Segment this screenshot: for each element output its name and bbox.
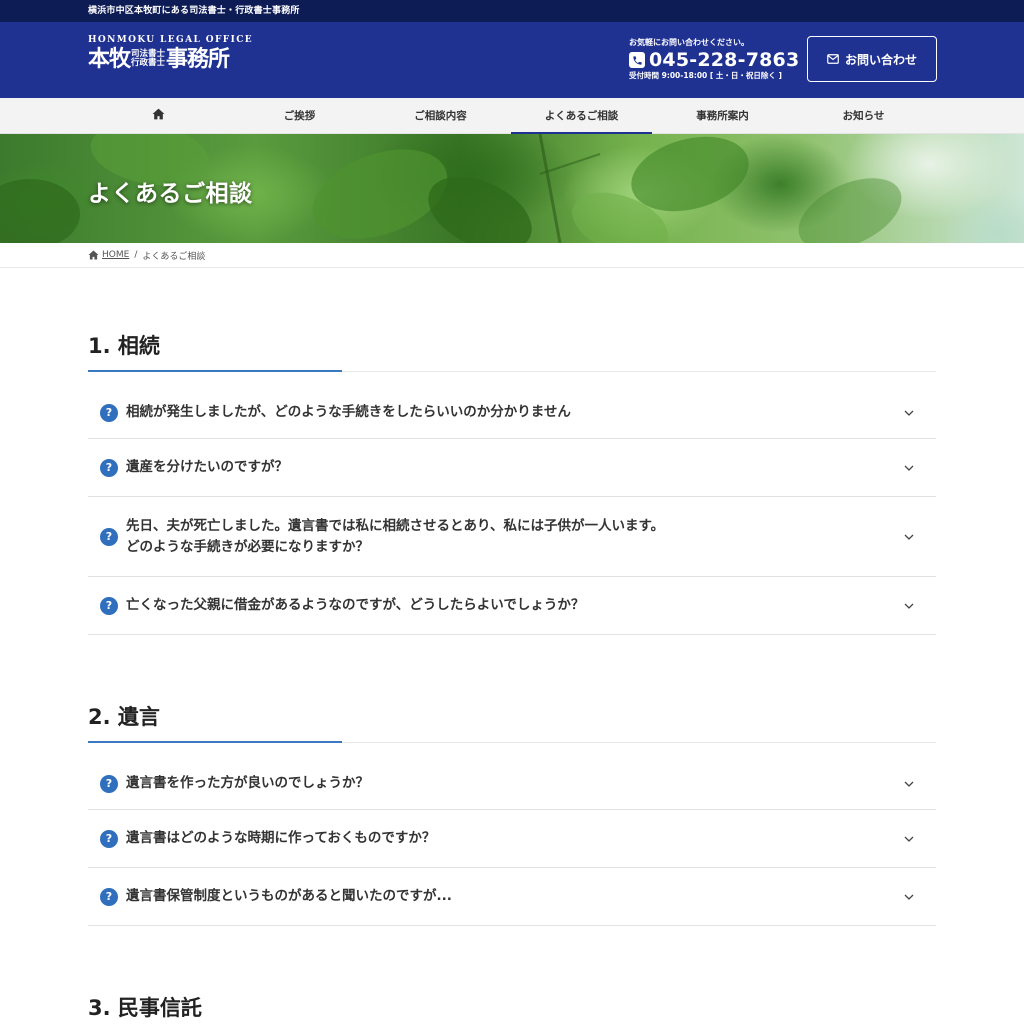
section-title: 2. 遺言 xyxy=(88,705,160,729)
faq-content: 1. 相続 ? 相続が発生しましたが、どのような手続きをしたらいいのか分かりませ… xyxy=(88,325,936,1024)
phone-icon xyxy=(629,52,645,68)
faq-item[interactable]: ? 相続が発生しましたが、どのような手続きをしたらいいのか分かりません xyxy=(88,387,936,439)
logo-sub-2: 行政書士 xyxy=(131,58,166,68)
business-hours: 受付時間 9:00-18:00 [ 土・日・祝日除く ] xyxy=(629,71,782,80)
home-icon xyxy=(88,250,99,260)
faq-question: 遺言書保管制度というものがあると聞いたのですが... xyxy=(126,886,936,907)
logo-name-2: 事務所 xyxy=(166,46,230,72)
faq-item[interactable]: ? 遺言書保管制度というものがあると聞いたのですが... xyxy=(88,868,936,926)
faq-question: 先日、夫が死亡しました。遺言書では私に相続させるとあり、私には子供が一人います。… xyxy=(126,516,936,558)
breadcrumb-home[interactable]: HOME xyxy=(88,250,129,260)
faq-question-line: 遺言書保管制度というものがあると聞いたのですが... xyxy=(126,888,452,904)
faq-question: 相続が発生しましたが、どのような手続きをしたらいいのか分かりません xyxy=(126,402,936,423)
question-icon: ? xyxy=(100,527,118,546)
logo-english: HONMOKU LEGAL OFFICE xyxy=(88,35,254,45)
breadcrumb-home-label: HOME xyxy=(102,250,130,260)
faq-question-line: 遺産を分けたいのですが？ xyxy=(126,459,288,475)
contact-lead: お気軽にお問い合わせください。 xyxy=(629,38,749,47)
contact-phone[interactable]: 045-228-7863 xyxy=(629,50,799,70)
faq-question-line: 遺言書を作った方が良いのでしょうか？ xyxy=(126,775,369,791)
nav-news[interactable]: お知らせ xyxy=(793,98,934,133)
faq-question-line: どのような手続きが必要になりますか？ xyxy=(126,538,369,555)
section-title: 1. 相続 xyxy=(88,334,160,358)
nav-home[interactable] xyxy=(88,98,229,133)
nav-office[interactable]: 事務所案内 xyxy=(652,98,793,133)
question-icon: ? xyxy=(100,887,118,906)
faq-question-line: 遺言書はどのような時期に作っておくものですか？ xyxy=(126,830,436,846)
contact-button[interactable]: お問い合わせ xyxy=(807,36,937,82)
site-logo[interactable]: HONMOKU LEGAL OFFICE 本牧 司法書士 行政書士 事務所 xyxy=(88,35,253,71)
faq-question: 遺産を分けたいのですが？ xyxy=(126,457,936,478)
page-title: よくあるご相談 xyxy=(88,181,253,207)
faq-item[interactable]: ? 遺言書を作った方が良いのでしょうか？ xyxy=(88,758,936,810)
question-icon: ? xyxy=(100,596,118,615)
mail-icon xyxy=(827,54,839,64)
chevron-down-icon[interactable] xyxy=(904,408,914,418)
chevron-down-icon[interactable] xyxy=(904,532,914,542)
contact-button-label: お問い合わせ xyxy=(844,52,917,67)
faq-question-line: 亡くなった父親に借金があるようなのですが、どうしたらよいでしょうか？ xyxy=(126,597,585,613)
faq-item[interactable]: ? 遺言書はどのような時期に作っておくものですか？ xyxy=(88,810,936,868)
logo-sub: 司法書士 行政書士 xyxy=(131,49,166,69)
chevron-down-icon[interactable] xyxy=(904,601,914,611)
faq-question: 遺言書を作った方が良いのでしょうか？ xyxy=(126,773,936,794)
faq-section-inheritance: 1. 相続 ? 相続が発生しましたが、どのような手続きをしたらいいのか分かりませ… xyxy=(88,325,936,635)
question-icon: ? xyxy=(100,774,118,793)
faq-question: 遺言書はどのような時期に作っておくものですか？ xyxy=(126,828,936,849)
faq-question: 亡くなった父親に借金があるようなのですが、どうしたらよいでしょうか？ xyxy=(126,595,936,616)
title-divider xyxy=(88,370,936,372)
phone-number: 045-228-7863 xyxy=(649,49,800,71)
faq-item[interactable]: ? 先日、夫が死亡しました。遺言書では私に相続させるとあり、私には子供が一人いま… xyxy=(88,497,936,577)
faq-section-civil-trust: 3. 民事信託 xyxy=(88,987,936,1024)
question-icon: ? xyxy=(100,403,118,422)
question-icon: ? xyxy=(100,829,118,848)
faq-item[interactable]: ? 遺産を分けたいのですが？ xyxy=(88,439,936,497)
breadcrumb-current: よくあるご相談 xyxy=(142,251,206,262)
nav-faq[interactable]: よくあるご相談 xyxy=(511,98,652,134)
section-title: 3. 民事信託 xyxy=(88,996,202,1020)
chevron-down-icon[interactable] xyxy=(904,834,914,844)
chevron-down-icon[interactable] xyxy=(904,779,914,789)
contact-info: お気軽にお問い合わせください。 045-228-7863 受付時間 9:00-1… xyxy=(629,38,799,81)
title-divider xyxy=(88,741,936,743)
breadcrumb-separator: / xyxy=(134,250,138,260)
faq-question-line: 先日、夫が死亡しました。遺言書では私に相続させるとあり、私には子供が一人います。 xyxy=(126,517,665,534)
main-nav: ご挨拶 ご相談内容 よくあるご相談 事務所案内 お知らせ xyxy=(0,98,1024,134)
question-icon: ? xyxy=(100,458,118,477)
chevron-down-icon[interactable] xyxy=(904,463,914,473)
chevron-down-icon[interactable] xyxy=(904,892,914,902)
nav-services[interactable]: ご相談内容 xyxy=(370,98,511,133)
logo-name-1: 本牧 xyxy=(88,46,131,72)
home-icon xyxy=(152,108,165,123)
faq-item[interactable]: ? 亡くなった父親に借金があるようなのですが、どうしたらよいでしょうか？ xyxy=(88,577,936,635)
top-bar: 横浜市中区本牧町にある司法書士・行政書士事務所 xyxy=(0,0,1024,22)
breadcrumb: HOME / よくあるご相談 xyxy=(0,243,1024,268)
hero-banner: よくあるご相談 xyxy=(0,134,1024,243)
top-bar-text: 横浜市中区本牧町にある司法書士・行政書士事務所 xyxy=(88,6,300,16)
site-header: HONMOKU LEGAL OFFICE 本牧 司法書士 行政書士 事務所 お気… xyxy=(0,22,1024,98)
logo-main: 本牧 司法書士 行政書士 事務所 xyxy=(88,47,253,71)
faq-question-line: 相続が発生しましたが、どのような手続きをしたらいいのか分かりません xyxy=(126,404,571,420)
nav-greeting[interactable]: ご挨拶 xyxy=(229,98,370,133)
faq-section-will: 2. 遺言 ? 遺言書を作った方が良いのでしょうか？ ? 遺言書はどのような時期… xyxy=(88,696,936,926)
